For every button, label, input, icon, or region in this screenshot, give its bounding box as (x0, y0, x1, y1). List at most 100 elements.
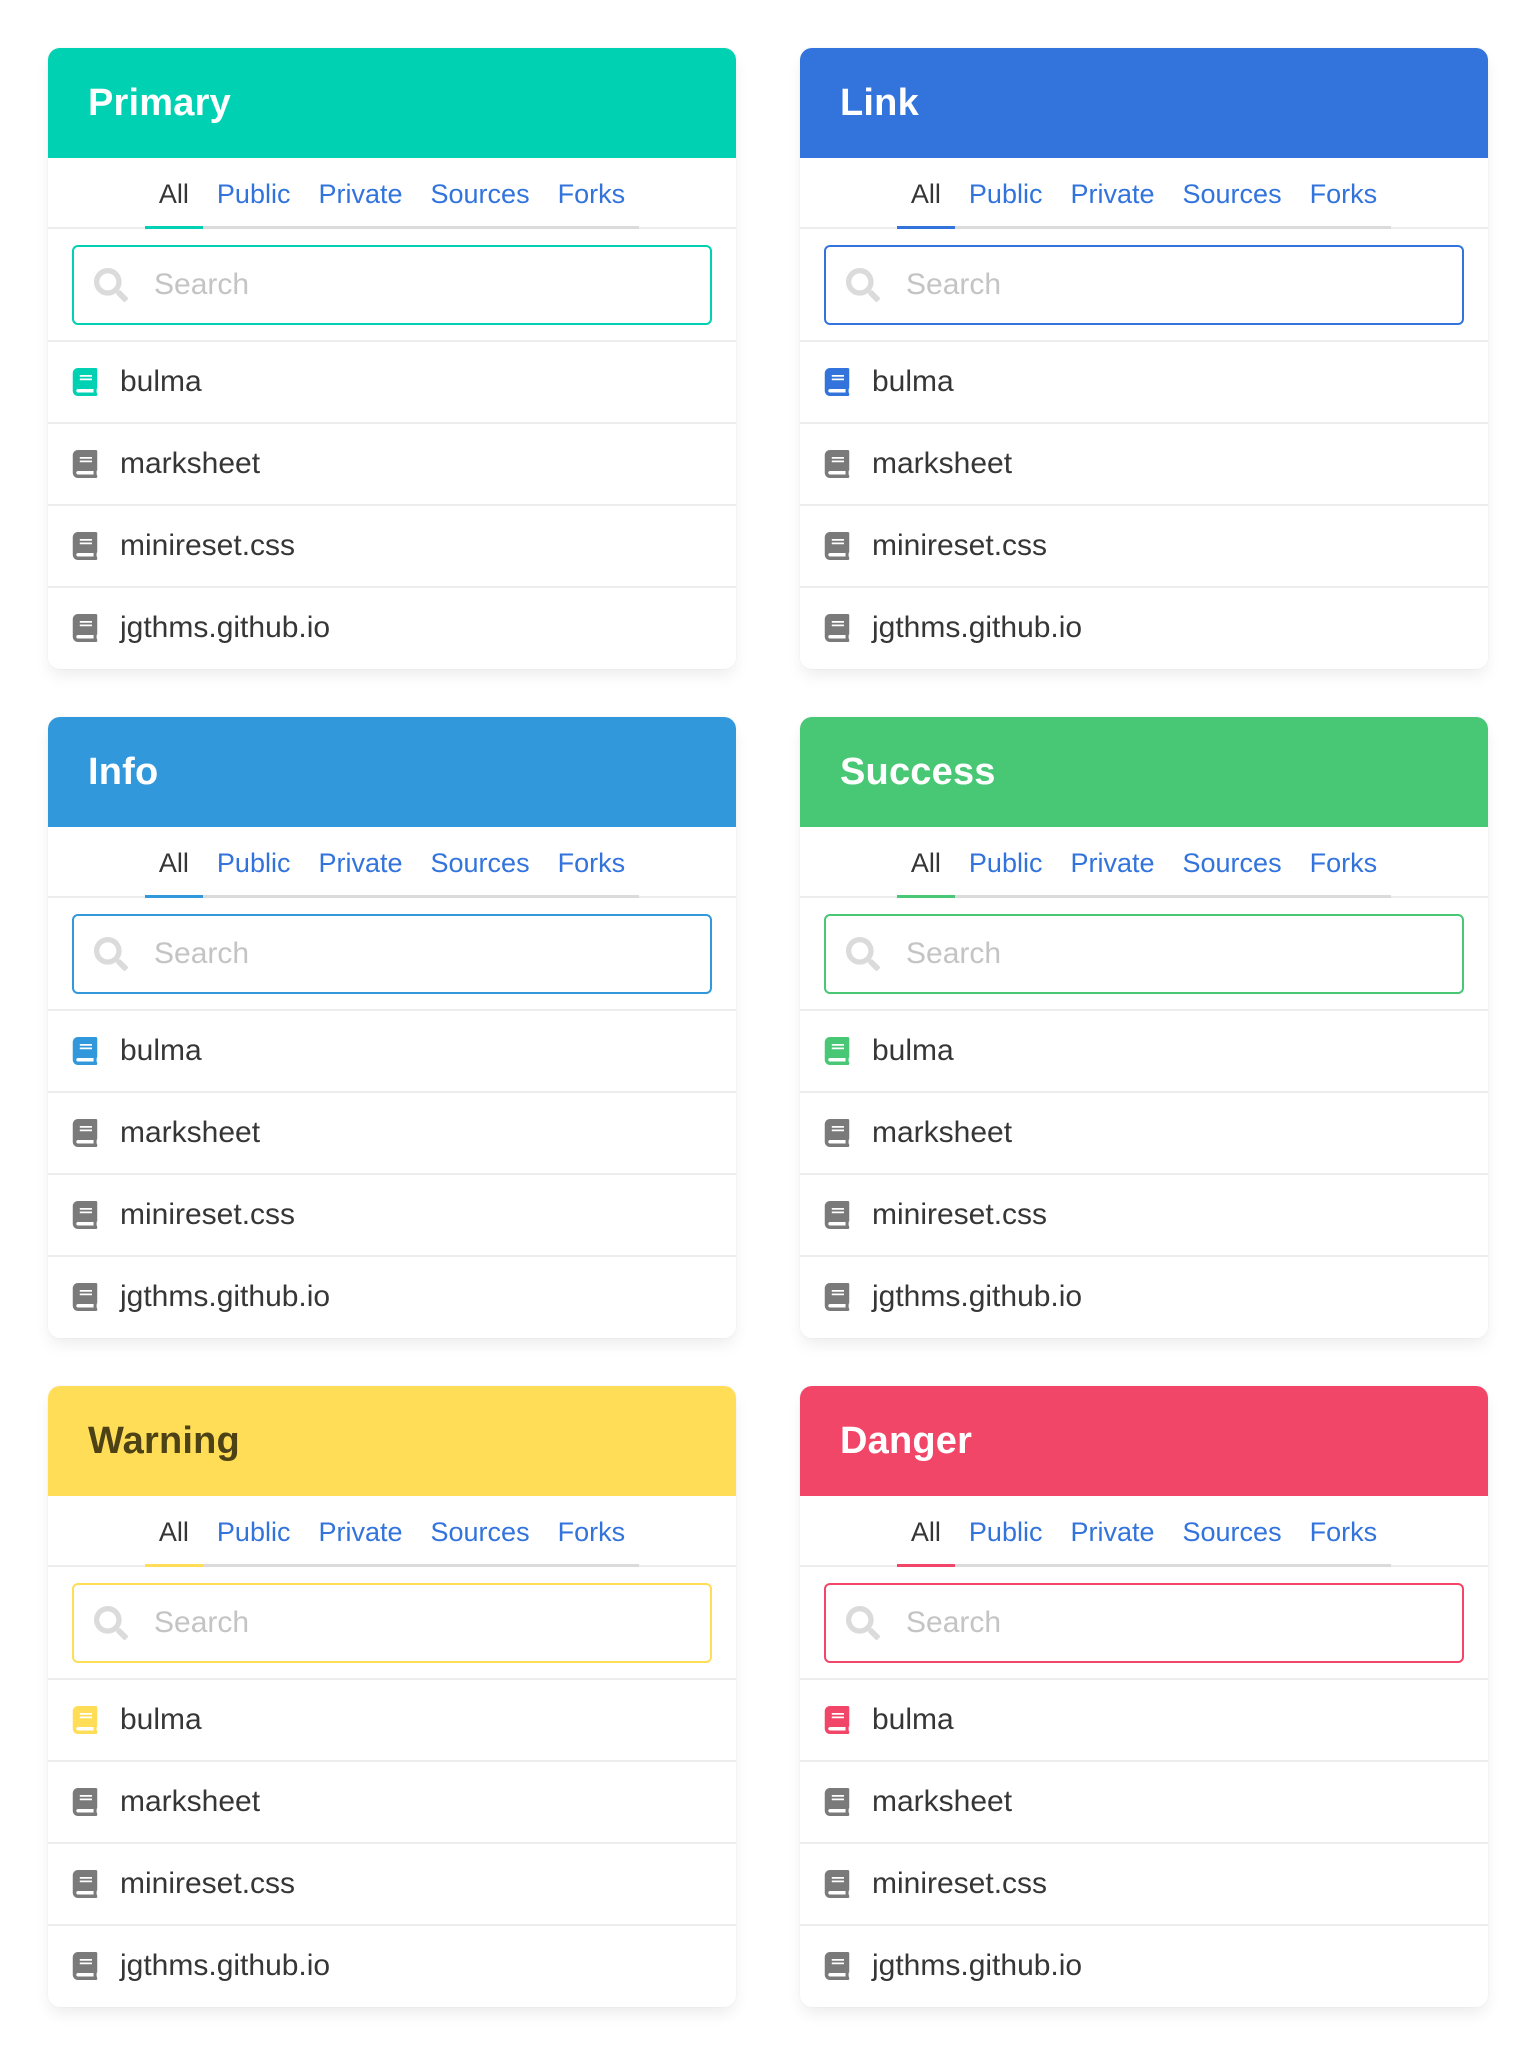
tab-sources[interactable]: Sources (1169, 181, 1296, 229)
repo-item-jgthms-github-io[interactable]: jgthms.github.io (48, 588, 736, 668)
repo-item-minireset-css[interactable]: minireset.css (48, 1175, 736, 1257)
tab-forks[interactable]: Forks (544, 1519, 640, 1567)
book-icon (824, 614, 850, 642)
repo-item-minireset-css[interactable]: minireset.css (800, 1175, 1488, 1257)
search-field[interactable] (824, 1583, 1464, 1663)
tabs-bar: All Public Private Sources Forks (144, 181, 640, 229)
tab-all[interactable]: All (896, 850, 955, 898)
repo-name: minireset.css (872, 1198, 1048, 1231)
tab-forks[interactable]: Forks (1296, 850, 1392, 898)
panel-warning: Warning AllPublicPrivateSourcesForks bul… (48, 1386, 736, 2007)
tab-private[interactable]: Private (304, 181, 416, 229)
search-field[interactable] (824, 245, 1464, 325)
book-icon (824, 532, 850, 560)
repo-item-jgthms-github-io[interactable]: jgthms.github.io (800, 1926, 1488, 2006)
book-icon (824, 1201, 850, 1229)
repo-item-jgthms-github-io[interactable]: jgthms.github.io (48, 1926, 736, 2006)
tab-sources[interactable]: Sources (417, 181, 544, 229)
tab-private[interactable]: Private (304, 850, 416, 898)
repo-item-bulma[interactable]: bulma (800, 1680, 1488, 1762)
tab-private[interactable]: Private (1056, 181, 1168, 229)
book-icon (824, 1119, 850, 1147)
panel-heading: Warning (48, 1386, 736, 1496)
book-icon (824, 1870, 850, 1898)
tab-forks[interactable]: Forks (544, 181, 640, 229)
search-icon (846, 268, 880, 302)
repo-item-marksheet[interactable]: marksheet (48, 424, 736, 506)
tab-public[interactable]: Public (955, 181, 1057, 229)
repo-name: jgthms.github.io (872, 1949, 1083, 1982)
search-field[interactable] (72, 245, 712, 325)
tab-private[interactable]: Private (304, 1519, 416, 1567)
repo-item-jgthms-github-io[interactable]: jgthms.github.io (800, 588, 1488, 668)
panels-grid: Primary AllPublicPrivateSourcesForks bul… (48, 48, 1488, 2007)
repo-item-minireset-css[interactable]: minireset.css (800, 506, 1488, 588)
panel-heading: Link (800, 48, 1488, 158)
tab-public[interactable]: Public (203, 181, 305, 229)
repo-item-jgthms-github-io[interactable]: jgthms.github.io (800, 1257, 1488, 1337)
tab-forks[interactable]: Forks (1296, 1519, 1392, 1567)
book-icon (824, 368, 850, 396)
tab-forks[interactable]: Forks (544, 850, 640, 898)
tab-private[interactable]: Private (1056, 1519, 1168, 1567)
repo-list: bulma marksheet minireset.css jgthms.github… (48, 1011, 736, 1337)
repo-item-marksheet[interactable]: marksheet (800, 1762, 1488, 1844)
tab-sources[interactable]: Sources (1169, 1519, 1296, 1567)
repo-item-minireset-css[interactable]: minireset.css (48, 1844, 736, 1926)
search-input[interactable] (906, 1606, 1462, 1640)
repo-item-marksheet[interactable]: marksheet (800, 424, 1488, 506)
repo-item-minireset-css[interactable]: minireset.css (800, 1844, 1488, 1926)
tab-sources[interactable]: Sources (1169, 850, 1296, 898)
repo-item-marksheet[interactable]: marksheet (48, 1093, 736, 1175)
panel-tabs: All Public Private Sources Forks (800, 1496, 1488, 1567)
search-input[interactable] (154, 268, 710, 302)
tab-all[interactable]: All (896, 181, 955, 229)
search-input[interactable] (154, 937, 710, 971)
tab-all[interactable]: All (144, 181, 203, 229)
panel-tabs: All Public Private Sources Forks (48, 827, 736, 898)
tab-all[interactable]: All (144, 850, 203, 898)
search-icon (846, 937, 880, 971)
tab-sources[interactable]: Sources (417, 850, 544, 898)
repo-name: bulma (120, 365, 202, 398)
repo-name: bulma (120, 1703, 202, 1736)
book-icon (72, 1037, 98, 1065)
book-icon (72, 532, 98, 560)
tab-all[interactable]: All (144, 1519, 203, 1567)
repo-name: jgthms.github.io (120, 1280, 331, 1313)
repo-item-marksheet[interactable]: marksheet (48, 1762, 736, 1844)
search-field[interactable] (72, 914, 712, 994)
search-block (48, 1567, 736, 1680)
repo-item-minireset-css[interactable]: minireset.css (48, 506, 736, 588)
tab-forks[interactable]: Forks (1296, 181, 1392, 229)
repo-item-bulma[interactable]: bulma (800, 1011, 1488, 1093)
repo-item-marksheet[interactable]: marksheet (800, 1093, 1488, 1175)
search-field[interactable] (72, 1583, 712, 1663)
repo-list: bulma marksheet minireset.css jgthms.github… (800, 342, 1488, 668)
panel-primary: Primary AllPublicPrivateSourcesForks bul… (48, 48, 736, 669)
book-icon (824, 450, 850, 478)
search-input[interactable] (906, 268, 1462, 302)
repo-item-jgthms-github-io[interactable]: jgthms.github.io (48, 1257, 736, 1337)
repo-item-bulma[interactable]: bulma (48, 1680, 736, 1762)
repo-name: minireset.css (872, 1867, 1048, 1900)
tab-public[interactable]: Public (955, 850, 1057, 898)
tab-public[interactable]: Public (955, 1519, 1057, 1567)
search-input[interactable] (906, 937, 1462, 971)
book-icon (824, 1952, 850, 1980)
tab-public[interactable]: Public (203, 850, 305, 898)
book-icon (72, 1952, 98, 1980)
repo-item-bulma[interactable]: bulma (800, 342, 1488, 424)
repo-item-bulma[interactable]: bulma (48, 342, 736, 424)
tab-sources[interactable]: Sources (417, 1519, 544, 1567)
search-input[interactable] (154, 1606, 710, 1640)
repo-item-bulma[interactable]: bulma (48, 1011, 736, 1093)
tab-all[interactable]: All (896, 1519, 955, 1567)
tab-private[interactable]: Private (1056, 850, 1168, 898)
panel-tabs: All Public Private Sources Forks (48, 158, 736, 229)
panel-heading: Primary (48, 48, 736, 158)
tab-public[interactable]: Public (203, 1519, 305, 1567)
book-icon (72, 1283, 98, 1311)
search-field[interactable] (824, 914, 1464, 994)
repo-name: jgthms.github.io (872, 611, 1083, 644)
